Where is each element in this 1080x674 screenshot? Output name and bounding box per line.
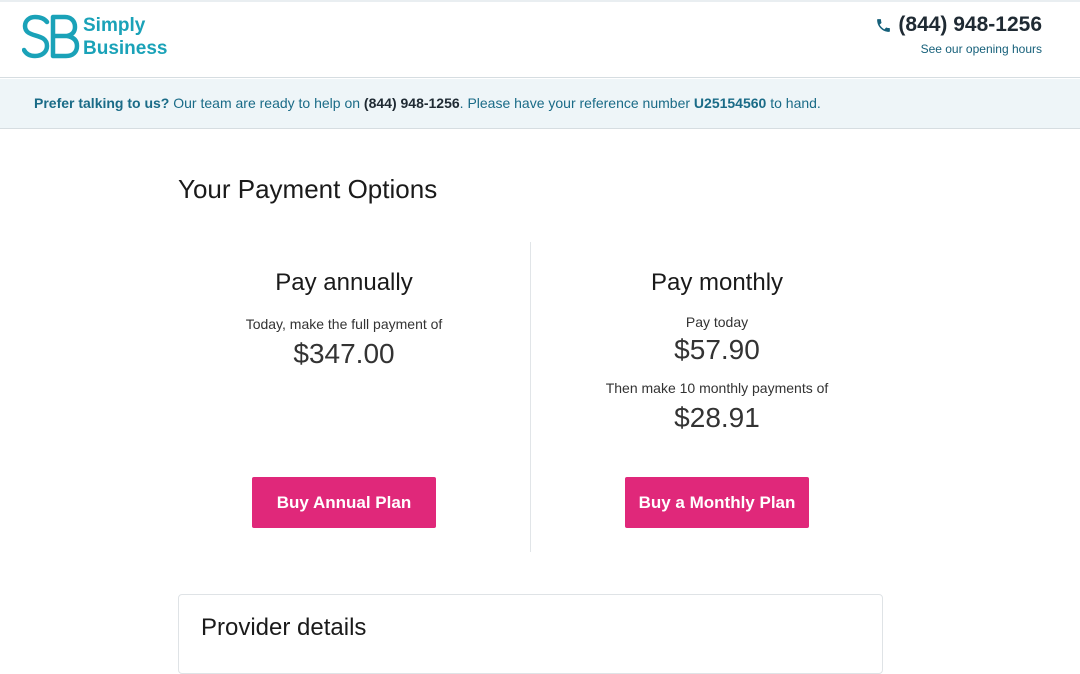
banner-text-1: Our team are ready to help on xyxy=(169,95,364,111)
header-phone-number: (844) 948-1256 xyxy=(898,13,1042,36)
opening-hours-link[interactable]: See our opening hours xyxy=(921,42,1042,56)
annual-heading: Pay annually xyxy=(275,269,413,296)
monthly-heading: Pay monthly xyxy=(650,269,784,296)
site-header: Simply Business (844) 948-1256 See our o… xyxy=(0,0,1080,78)
simply-business-logo[interactable]: Simply Business xyxy=(22,14,182,64)
phone-icon xyxy=(877,18,891,32)
logo-line-1: Simply xyxy=(83,15,146,36)
sb-logo-icon xyxy=(22,14,80,59)
monthly-then-label: Then make 10 monthly payments of xyxy=(605,380,829,396)
banner-text-3: to hand. xyxy=(766,95,821,111)
banner-phone[interactable]: (844) 948-1256 xyxy=(364,95,460,111)
logo-wordmark: Simply Business xyxy=(83,14,167,60)
banner-reference: U25154560 xyxy=(693,95,767,111)
help-banner: Prefer talking to us? Our team are ready… xyxy=(0,79,1080,129)
monthly-recurring-price: $28.91 xyxy=(674,402,760,433)
banner-text-2: . Please have your reference number xyxy=(459,95,694,111)
buy-annual-plan-button[interactable]: Buy Annual Plan xyxy=(252,477,436,528)
buy-monthly-plan-button[interactable]: Buy a Monthly Plan xyxy=(625,477,809,528)
annual-subtext: Today, make the full payment of xyxy=(245,316,443,332)
provider-details-heading: Provider details xyxy=(201,614,367,641)
logo-line-2: Business xyxy=(83,38,168,59)
annual-plan-column: Pay annually Today, make the full paymen… xyxy=(178,266,510,370)
monthly-today-price: $57.90 xyxy=(674,334,760,365)
page-title: Your Payment Options xyxy=(178,174,438,204)
header-phone[interactable]: (844) 948-1256 xyxy=(875,13,1042,37)
column-divider xyxy=(530,242,531,552)
monthly-today-label: Pay today xyxy=(685,314,749,330)
annual-price: $347.00 xyxy=(293,338,395,369)
monthly-plan-column: Pay monthly Pay today $57.90 Then make 1… xyxy=(551,266,883,434)
provider-details-card: Provider details xyxy=(178,594,883,674)
banner-lead: Prefer talking to us? xyxy=(34,95,170,111)
